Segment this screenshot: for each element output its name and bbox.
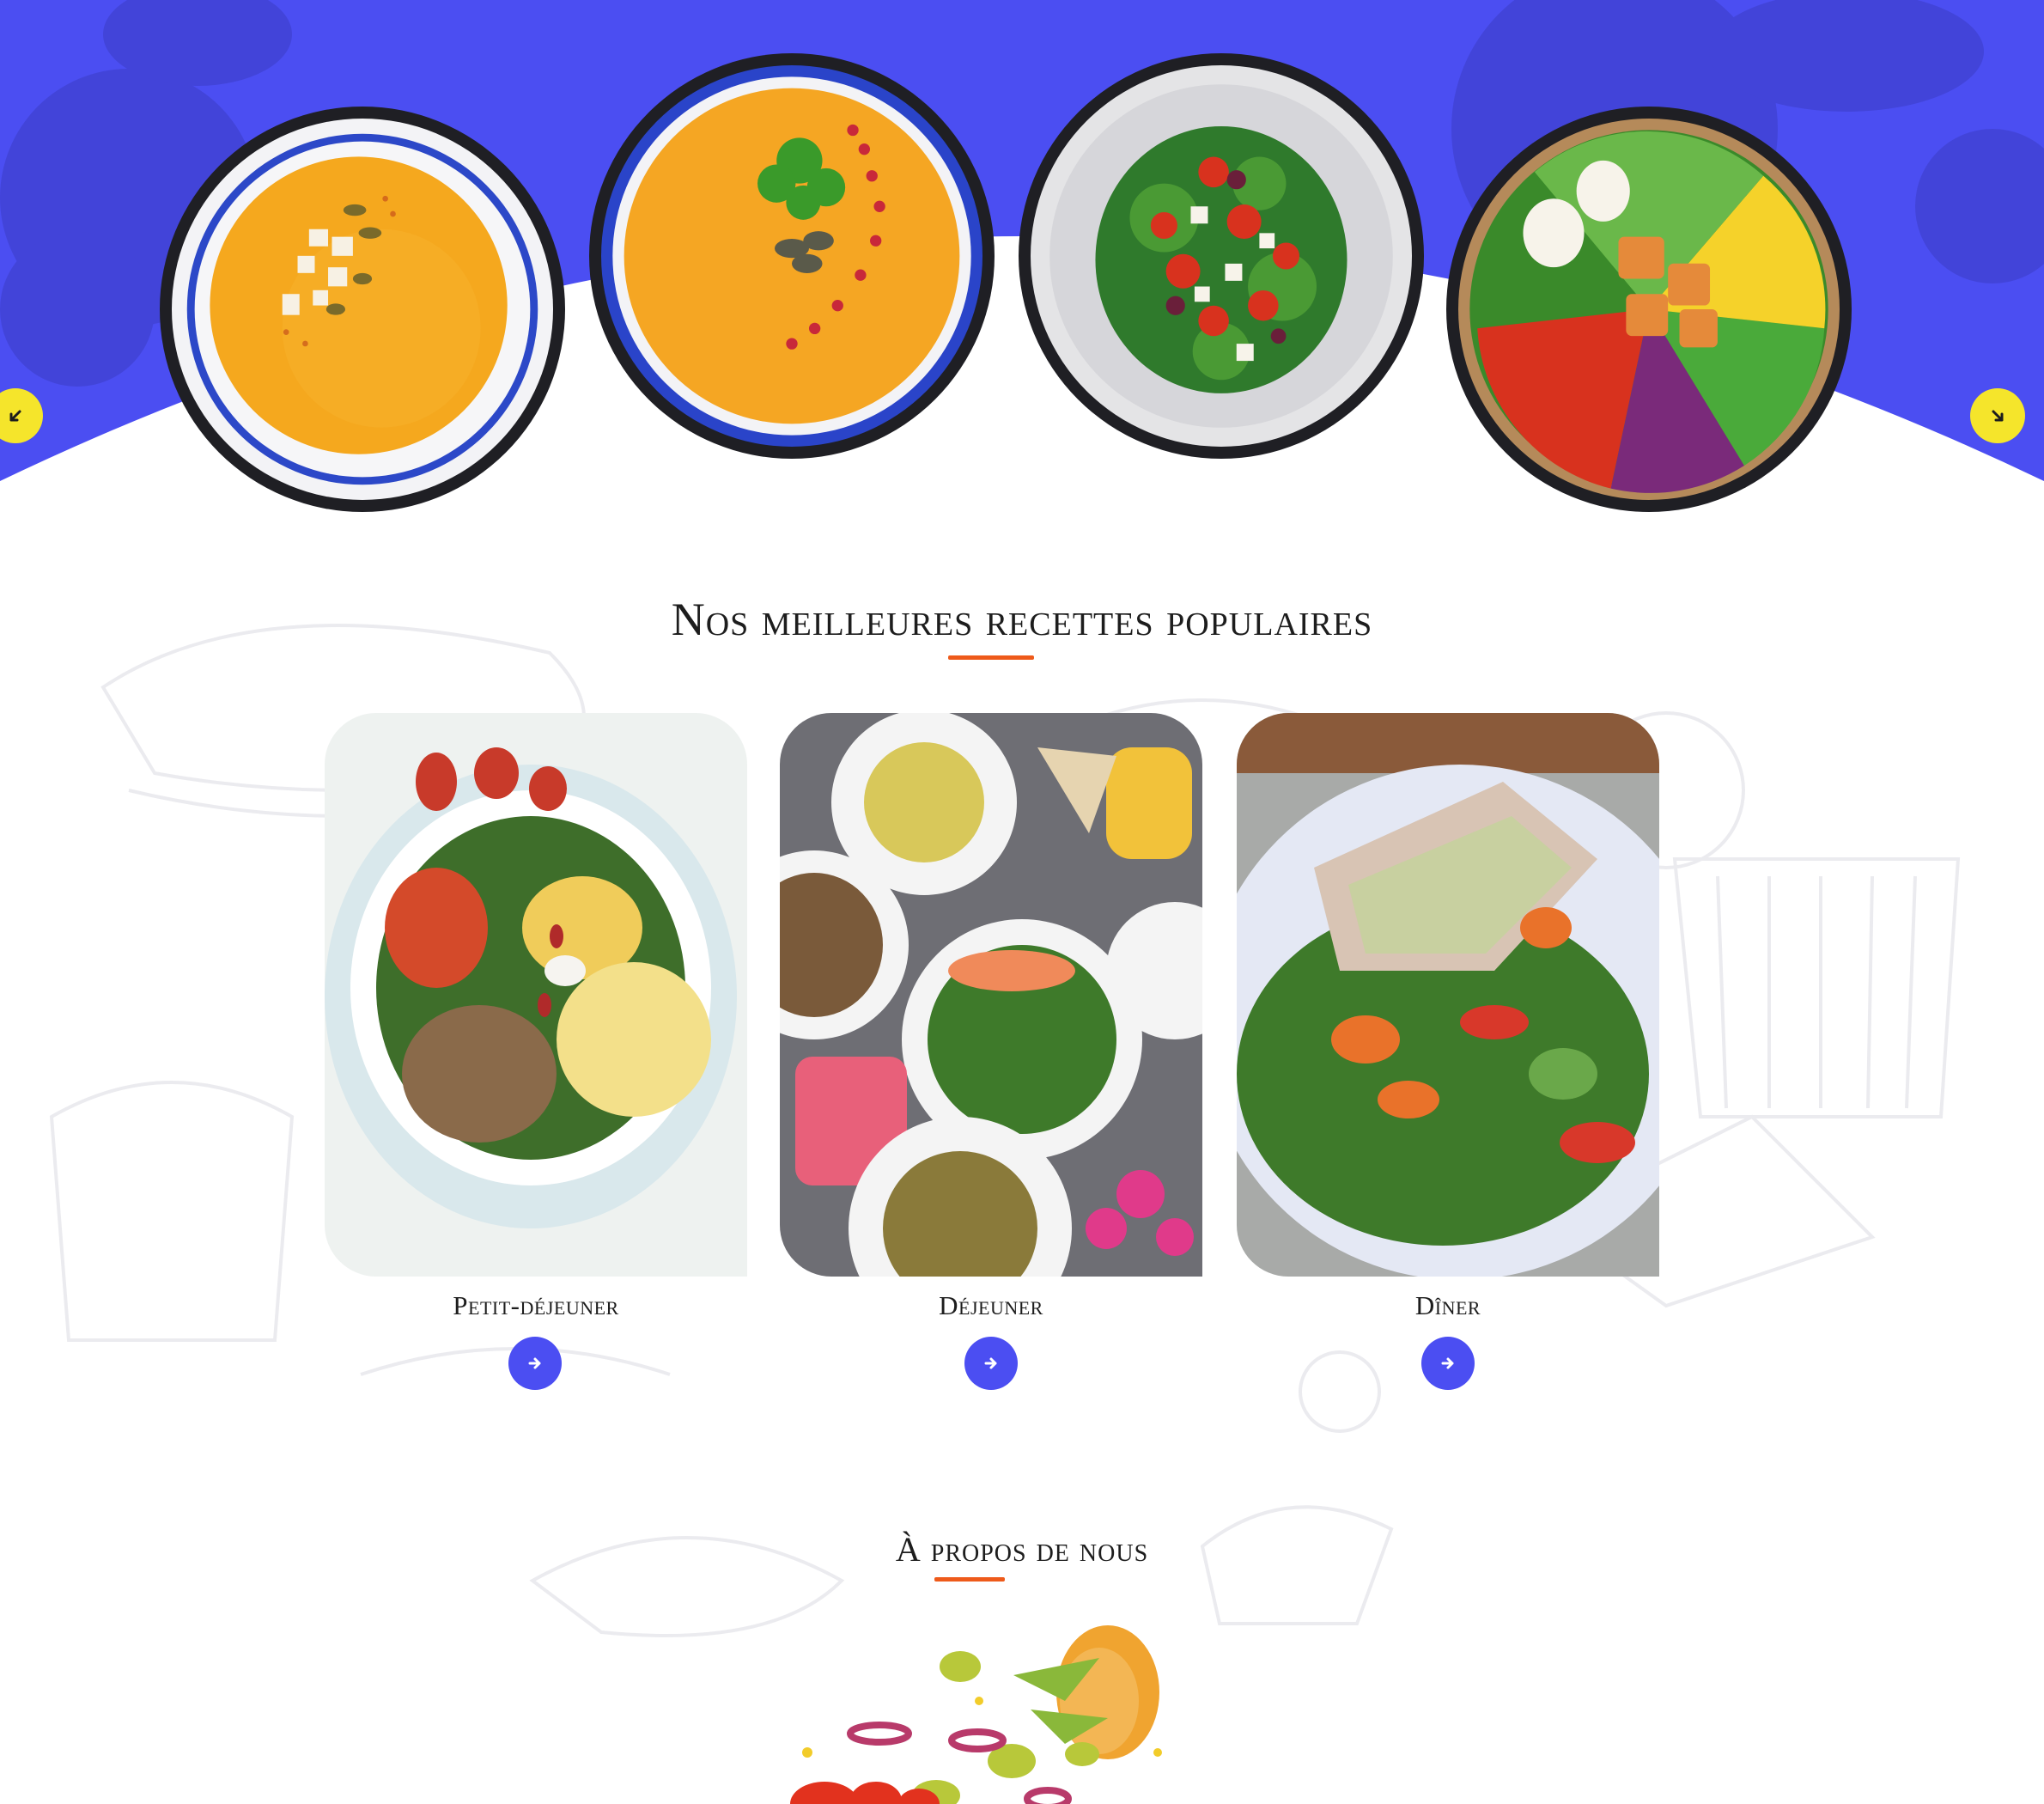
pumpkin-soup-image (172, 119, 553, 500)
popular-recipes-title: Nos meilleures recettes populaires (671, 594, 1373, 645)
carousel-dish-poke-bowl[interactable] (1446, 107, 1852, 512)
carousel-dish-pumpkin-soup[interactable] (160, 107, 565, 512)
poke-bowl-image (1458, 119, 1840, 500)
breakfast-bowl-image (325, 713, 747, 1277)
arrow-right-icon (1441, 1357, 1454, 1369)
about-title-underline (934, 1577, 1005, 1582)
carousel-dish-tomato-salad[interactable] (1019, 53, 1424, 459)
arrow-right-icon (984, 1357, 997, 1369)
recipe-card-label: Déjeuner (939, 1290, 1043, 1320)
carousel-next-button[interactable] (1970, 388, 2025, 443)
recipe-card-button-lunch[interactable] (964, 1337, 1018, 1390)
pumpkin-soup-peppercorn-image (601, 65, 982, 447)
recipe-card-image-dinner[interactable] (1237, 713, 1659, 1277)
carousel-dish-pumpkin-soup-peppercorn[interactable] (589, 53, 995, 459)
tomato-salad-image (1031, 65, 1412, 447)
lunch-spread-image (780, 713, 1202, 1277)
arrow-right-icon (528, 1357, 541, 1369)
arrow-left-icon (9, 410, 21, 422)
flying-vegetables-illustration (790, 1625, 1162, 1804)
recipe-card-label: Dîner (1414, 1290, 1481, 1320)
recipe-card-button-breakfast[interactable] (508, 1337, 562, 1390)
recipe-card-button-dinner[interactable] (1421, 1337, 1475, 1390)
title-underline (948, 655, 1034, 660)
hero-carousel (0, 0, 2044, 533)
recipe-card-image-breakfast[interactable] (325, 713, 747, 1277)
recipe-card-image-lunch[interactable] (780, 713, 1202, 1277)
about-title: À propos de nous (895, 1530, 1149, 1569)
recipe-card-label: Petit-déjeuner (453, 1290, 619, 1320)
arrow-right-icon (1992, 410, 2004, 422)
dinner-salad-image (1237, 713, 1659, 1277)
